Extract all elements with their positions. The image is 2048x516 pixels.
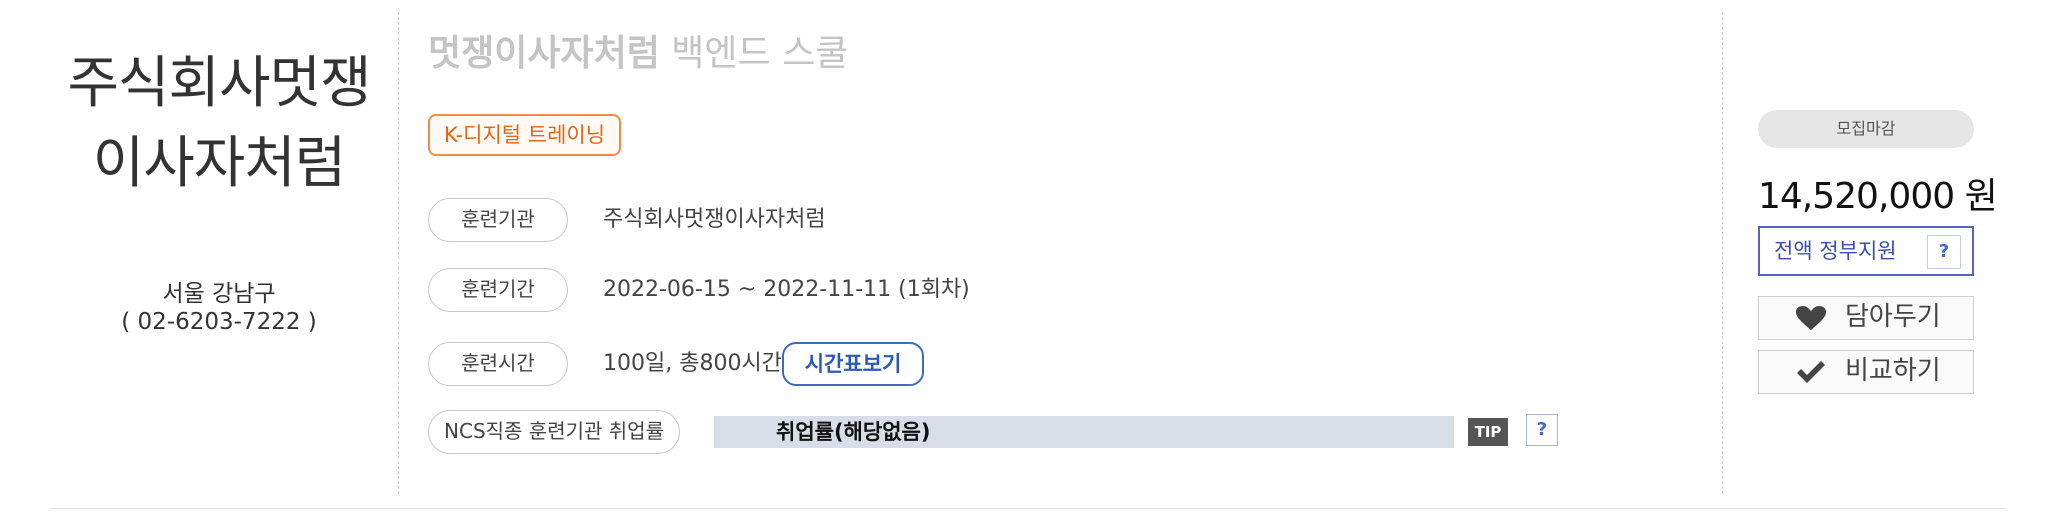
- column-divider: [398, 12, 399, 494]
- value-training-institution: 주식회사멋쟁이사자처럼: [603, 207, 826, 232]
- label-training-hours: 훈련시간: [428, 342, 568, 386]
- status-badge: 모집마감: [1758, 110, 1974, 148]
- compare-button[interactable]: 비교하기: [1758, 350, 1974, 394]
- institution-name[interactable]: 주식회사멋쟁이사자처럼: [60, 44, 378, 204]
- employment-rate-text: 취업률(해당없음): [776, 420, 931, 444]
- view-timetable-button[interactable]: 시간표보기: [782, 342, 924, 386]
- check-icon: [1797, 361, 1825, 383]
- course-price: 14,520,000 원: [1758, 176, 1998, 217]
- employment-help-button[interactable]: ?: [1526, 414, 1558, 446]
- heart-icon: [1796, 306, 1826, 330]
- value-training-hours: 100일, 총800시간: [603, 351, 782, 376]
- government-support-box: 전액 정부지원 ?: [1758, 226, 1974, 276]
- value-training-period: 2022-06-15 ~ 2022-11-11 (1회차): [603, 277, 970, 302]
- support-help-button[interactable]: ?: [1927, 235, 1961, 269]
- label-training-period: 훈련기간: [428, 268, 568, 312]
- program-tag: K-디지털 트레이닝: [428, 114, 622, 156]
- institution-address: 서울 강남구: [162, 281, 276, 307]
- course-title-name: 백엔드 스쿨: [659, 33, 849, 74]
- compare-label: 비교하기: [1845, 356, 1941, 386]
- tip-badge[interactable]: TIP: [1468, 418, 1508, 446]
- label-employment-rate: NCS직종 훈련기관 취업률: [428, 410, 680, 454]
- government-support-label: 전액 정부지원: [1774, 239, 1897, 263]
- card-bottom-divider: [50, 508, 2006, 509]
- course-card: 주식회사멋쟁이사자처럼 서울 강남구 ( 02-6203-7222 ) 멋쟁이사…: [0, 0, 2048, 516]
- wishlist-label: 담아두기: [1845, 302, 1941, 332]
- employment-rate-bar: 취업률(해당없음): [714, 416, 1454, 448]
- institution-phone: ( 02-6203-7222 ): [121, 309, 317, 335]
- course-title[interactable]: 멋쟁이사자처럼 백엔드 스쿨: [428, 32, 848, 76]
- institution-panel: 주식회사멋쟁이사자처럼 서울 강남구 ( 02-6203-7222 ): [40, 0, 398, 492]
- course-title-brand: 멋쟁이사자처럼: [428, 33, 660, 74]
- wishlist-button[interactable]: 담아두기: [1758, 296, 1974, 340]
- column-divider: [1722, 12, 1723, 494]
- label-training-institution: 훈련기관: [428, 198, 568, 242]
